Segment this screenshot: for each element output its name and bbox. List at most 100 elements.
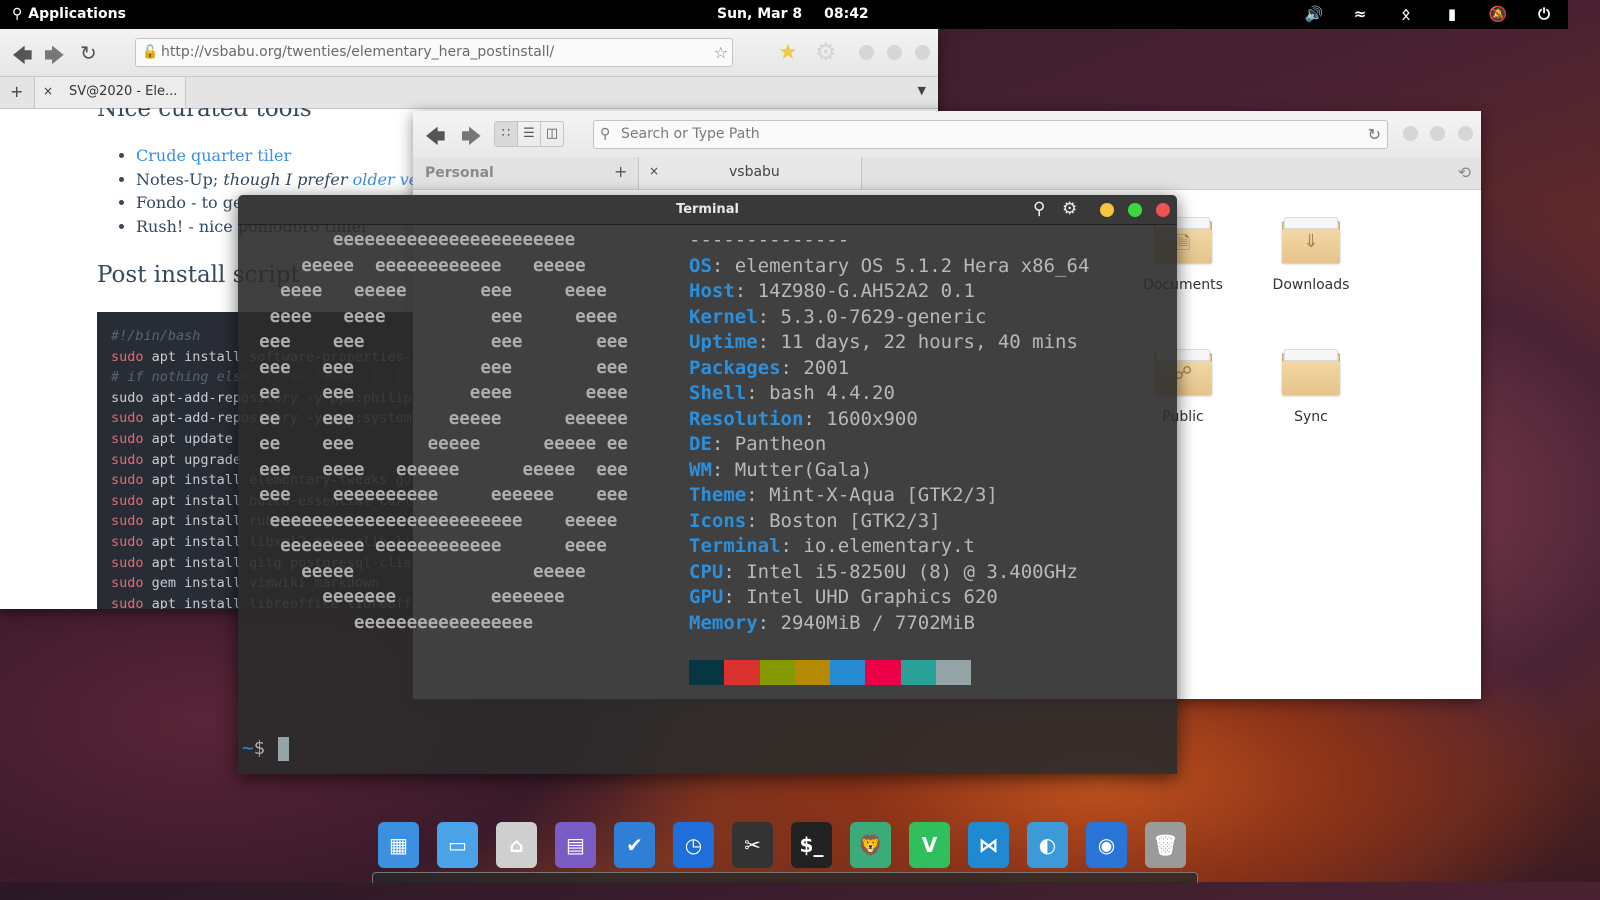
tab-title: SV@2020 - Ele... — [69, 84, 178, 99]
info-row: Theme: Mint-X-Aqua [GTK2/3] — [689, 484, 998, 506]
dock-trash-icon[interactable]: 🗑 — [1145, 822, 1186, 868]
folder-icon — [1282, 349, 1340, 395]
terminal-titlebar[interactable]: Terminal ⚲ ⚙ — [238, 195, 1177, 225]
info-row: GPU: Intel UHD Graphics 620 — [689, 586, 998, 608]
column-view-icon[interactable]: ◫ — [541, 122, 563, 146]
search-icon: ⚲ — [12, 6, 23, 22]
info-key: Packages — [689, 356, 781, 379]
color-swatch — [865, 660, 901, 685]
back-button[interactable]: 🡄 — [12, 41, 33, 75]
info-row: Icons: Boston [GTK2/3] — [689, 509, 941, 532]
notifications-off-icon[interactable]: 🔕 — [1488, 5, 1508, 23]
reload-button[interactable]: ↻ — [80, 41, 97, 65]
maximize-button[interactable] — [1128, 203, 1142, 217]
dock-show-desktop-icon[interactable]: ▭ — [437, 822, 478, 868]
close-tab-icon[interactable]: × — [43, 84, 53, 98]
minimize-button[interactable] — [1403, 126, 1418, 141]
info-row: WM: Mutter(Gala) — [689, 458, 873, 481]
url-bar[interactable]: 🔓 http://vsbabu.org/twenties/elementary_… — [135, 38, 733, 67]
close-tab-icon[interactable]: × — [649, 164, 659, 178]
bookmarks-button[interactable]: ★ — [778, 40, 798, 65]
info-row: Resolution: 1600x900 — [689, 407, 918, 430]
dock-lion-app-icon[interactable]: 🦁 — [850, 822, 891, 868]
info-key: DE — [689, 433, 712, 455]
path-search-input[interactable]: ⚲ Search or Type Path ↻ — [593, 120, 1388, 149]
dock-shelf — [372, 872, 1198, 883]
dock-web-browser-icon[interactable]: ◐ — [1027, 822, 1068, 868]
info-row: Packages: 2001 — [689, 356, 850, 379]
color-swatch — [794, 660, 831, 685]
tab-list-dropdown[interactable]: ▼ — [918, 84, 926, 97]
info-row: Terminal: io.elementary.t — [689, 535, 975, 557]
color-swatch — [900, 660, 937, 685]
link-quarter-tiler[interactable]: Crude quarter tiler — [136, 146, 291, 165]
search-icon: ⚲ — [600, 126, 611, 142]
info-row: Host: 14Z980-G.AH52A2 0.1 — [689, 280, 975, 302]
reload-icon[interactable]: ↻ — [1368, 121, 1381, 148]
settings-gear-icon[interactable]: ⚙ — [815, 38, 837, 66]
list-text: Notes-Up; — [136, 169, 224, 189]
minimize-button[interactable] — [859, 45, 874, 60]
back-button[interactable]: 🡄 — [425, 122, 446, 156]
system-tray: 🔊 ≈ ᛟ ▮ 🔕 ⏻ — [1304, 5, 1554, 23]
battery-icon[interactable]: ▮ — [1442, 5, 1462, 23]
info-key: Icons — [689, 509, 747, 532]
dock-firefox-icon[interactable]: ◉ — [1086, 822, 1127, 868]
volume-icon[interactable]: 🔊 — [1304, 5, 1324, 23]
info-key: Shell — [689, 382, 747, 404]
new-tab-button[interactable]: + — [10, 82, 23, 101]
url-text: http://vsbabu.org/twenties/elementary_he… — [161, 44, 555, 60]
dock-files-icon[interactable]: ⌂ — [496, 822, 537, 868]
gear-icon[interactable]: ⚙ — [1062, 199, 1077, 219]
prompt-symbol: $ — [253, 737, 265, 759]
maximize-button[interactable] — [887, 45, 902, 60]
info-key: Uptime — [689, 331, 758, 353]
maximize-button[interactable] — [1430, 126, 1445, 141]
wifi-icon[interactable]: ≈ — [1350, 5, 1370, 23]
bluetooth-icon[interactable]: ᛟ — [1396, 5, 1416, 23]
dock-multitasking-view-icon[interactable]: ▦ — [378, 822, 419, 868]
close-button[interactable] — [915, 45, 930, 60]
sidebar-heading-personal: Personal — [425, 165, 494, 181]
search-icon[interactable]: ⚲ — [1033, 199, 1045, 219]
new-tab-button[interactable]: + — [614, 162, 627, 181]
history-icon[interactable]: ⟲ — [1458, 163, 1471, 182]
applications-menu[interactable]: ⚲ Applications — [12, 6, 126, 22]
info-key: Theme — [689, 484, 747, 506]
info-row: Shell: bash 4.4.20 — [689, 382, 895, 404]
minimize-button[interactable] — [1100, 203, 1114, 217]
browser-tab-strip: + × SV@2020 - Ele... ▼ — [0, 77, 938, 109]
folder-sync[interactable]: Sync — [1256, 349, 1366, 425]
dock-timer-icon[interactable]: ◷ — [673, 822, 714, 868]
info-key: Host — [689, 280, 735, 302]
files-tab[interactable]: × vsbabu — [638, 157, 862, 189]
color-swatch — [830, 660, 866, 685]
info-key: CPU — [689, 560, 724, 583]
dock-terminal-icon[interactable]: $_ — [791, 822, 832, 868]
insecure-lock-icon: 🔓 — [142, 45, 159, 60]
terminal-window[interactable]: Terminal ⚲ ⚙ eeeeeeeeeeeeeeeeeeeeeee eee… — [238, 195, 1177, 774]
clock[interactable]: Sun, Mar 8 08:42 — [717, 6, 869, 22]
dock: ▦ ▭ ⌂ ▤ ✔ ◷ ✂ $_ 🦁 V ⋈ ◐ ◉ 🗑 — [378, 822, 1186, 868]
folder-downloads[interactable]: ⇓ Downloads — [1256, 217, 1366, 293]
info-row: CPU: Intel i5-8250U (8) @ 3.400GHz — [689, 560, 1078, 583]
list-view-icon[interactable]: ☰ — [518, 122, 541, 146]
browser-tab[interactable]: × SV@2020 - Ele... — [34, 77, 186, 108]
power-icon[interactable]: ⏻ — [1534, 5, 1554, 23]
color-swatch — [689, 660, 725, 685]
dock-appcenter-icon[interactable]: ▤ — [555, 822, 596, 868]
bookmark-star-icon[interactable]: ☆ — [714, 39, 728, 66]
info-key: WM — [689, 458, 712, 481]
list-italic: though I prefer — [223, 169, 353, 189]
dock-screenshot-icon[interactable]: ✂ — [732, 822, 773, 868]
close-button[interactable] — [1458, 126, 1473, 141]
view-switcher: ∷ ☰ ◫ — [494, 121, 564, 147]
close-button[interactable] — [1156, 203, 1170, 217]
dock-vscode-icon[interactable]: ⋈ — [968, 822, 1009, 868]
dock-vim-icon[interactable]: V — [909, 822, 950, 868]
dock-tasks-icon[interactable]: ✔ — [614, 822, 655, 868]
forward-button[interactable]: 🡆 — [461, 122, 482, 156]
forward-button[interactable]: 🡆 — [44, 41, 65, 75]
folder-icon: ⇓ — [1282, 217, 1340, 263]
grid-view-icon[interactable]: ∷ — [495, 122, 518, 146]
